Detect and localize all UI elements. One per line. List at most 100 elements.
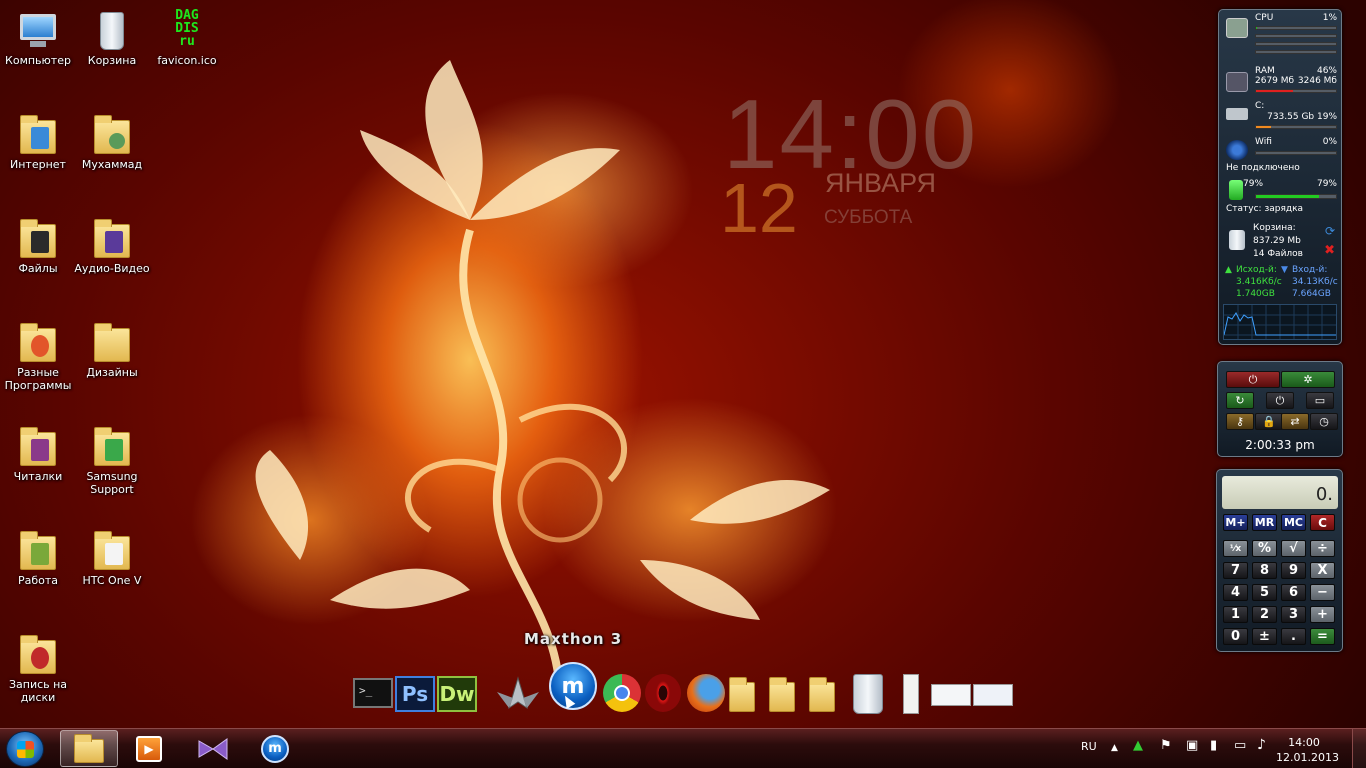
desktop-icon-designs[interactable]: Дизайны: [74, 320, 150, 379]
ram-bar: [1255, 89, 1337, 93]
taskbar-media-player[interactable]: ▶: [120, 730, 178, 767]
hibernate-button[interactable]: ⏻: [1266, 392, 1294, 409]
calc-key-3[interactable]: 3: [1281, 606, 1306, 623]
calc-key-minus[interactable]: −: [1310, 584, 1335, 601]
calc-key-divide[interactable]: ÷: [1310, 540, 1335, 557]
download-arrow-icon: ▼: [1281, 265, 1288, 275]
battery-icon: [1229, 180, 1243, 200]
shutdown-button[interactable]: ⏻: [1226, 371, 1280, 388]
calc-key-7[interactable]: 7: [1223, 562, 1248, 579]
desktop-icon-misc-programs[interactable]: Разные Программы: [0, 320, 76, 392]
calc-key-equals[interactable]: =: [1310, 628, 1335, 645]
clock-weekday: СУББОТА: [824, 207, 913, 228]
window-preview-2[interactable]: [973, 684, 1013, 706]
calc-key-8[interactable]: 8: [1252, 562, 1277, 579]
calc-key-sqrt[interactable]: √: [1281, 540, 1306, 557]
calc-key-5[interactable]: 5: [1252, 584, 1277, 601]
folder-icon: [90, 528, 134, 572]
desktop-icon-burn-discs[interactable]: Запись на диски: [0, 632, 76, 704]
calc-key-6[interactable]: 6: [1281, 584, 1306, 601]
desktop-icon-files[interactable]: Файлы: [0, 216, 76, 275]
calc-key-mr[interactable]: MR: [1252, 514, 1277, 531]
calc-key-plus[interactable]: +: [1310, 606, 1335, 623]
switch-user-button[interactable]: ⇄: [1281, 413, 1309, 430]
window-preview-1[interactable]: [931, 684, 971, 706]
volume-icon[interactable]: ♪: [1257, 737, 1266, 753]
document-dock-icon[interactable]: [903, 674, 919, 714]
action-center-flag-icon[interactable]: ⚑: [1160, 738, 1172, 753]
recycle-bin-dock-icon[interactable]: [853, 674, 883, 714]
calc-key-percent[interactable]: %: [1252, 540, 1277, 557]
wifi-bar: [1255, 151, 1337, 155]
calc-key-plusminus[interactable]: ±: [1252, 628, 1277, 645]
monitor-off-button[interactable]: ▭: [1306, 392, 1334, 409]
desktop-icon-samsung-support[interactable]: Samsung Support: [74, 424, 150, 496]
wifi-section: Wifi 0% Не подключено: [1226, 137, 1337, 173]
desktop-icon-audio-video[interactable]: Аудио-Видео: [74, 216, 150, 275]
shutdown-gadget[interactable]: ⏻ ✲ ↻ ⏻ ▭ ⚷ 🔒 ⇄ ◷ 2:00:33 pm: [1217, 361, 1343, 457]
network-section: ▲ Исход-й: 3.416Кб/с 1.740GB ▼ Вход-й: 3…: [1225, 265, 1338, 299]
dreamweaver-dock-icon[interactable]: Dw: [437, 676, 477, 712]
desktop-wallpaper: [0, 0, 1366, 728]
desktop-icon-recycle-bin[interactable]: Корзина: [74, 8, 150, 67]
opera-dock-icon[interactable]: [645, 674, 681, 712]
calc-key-mc[interactable]: MC: [1281, 514, 1306, 531]
calc-key-0[interactable]: 0: [1223, 628, 1248, 645]
chrome-dock-icon[interactable]: [603, 674, 641, 712]
desktop-icon-user-folder[interactable]: Мухаммад: [74, 112, 150, 171]
calc-key-mplus[interactable]: M+: [1223, 514, 1248, 531]
language-indicator[interactable]: RU: [1081, 740, 1097, 753]
folder-icon: [16, 320, 60, 364]
folder-dock-icon[interactable]: [807, 676, 849, 720]
power-icon: ⏻: [1248, 372, 1258, 386]
folder-dock-icon[interactable]: [767, 676, 809, 720]
calc-key-decimal[interactable]: .: [1281, 628, 1306, 645]
visual-studio-icon: [198, 737, 228, 760]
desktop-icon-work[interactable]: Работа: [0, 528, 76, 587]
upload-arrow-icon: ▲: [1225, 265, 1232, 275]
taskbar-visual-studio[interactable]: [184, 730, 242, 767]
calc-key-clear[interactable]: C: [1310, 514, 1335, 531]
desktop-icon-favicon[interactable]: DAG DIS ru favicon.ico: [149, 8, 225, 67]
calculator-gadget[interactable]: 0. M+ MR MC C ⅟x % √ ÷ 7 8 9 X 4 5 6 − 1…: [1216, 469, 1343, 652]
tray-network-activity-icon[interactable]: ▲: [1133, 738, 1143, 753]
start-button[interactable]: [6, 731, 44, 767]
system-monitor-gadget[interactable]: CPU 1% RAM 46% 2679 Мб 3246 Мб C: 733.55…: [1218, 9, 1342, 345]
photoshop-dock-icon[interactable]: Ps: [395, 676, 435, 712]
favicon-icon: DAG DIS ru: [175, 8, 199, 49]
winged-app-dock-icon[interactable]: [497, 674, 539, 718]
calc-key-multiply[interactable]: X: [1310, 562, 1335, 579]
calc-key-4[interactable]: 4: [1223, 584, 1248, 601]
battery-tray-icon[interactable]: ▮: [1210, 738, 1217, 753]
show-desktop-button[interactable]: [1352, 729, 1366, 768]
console-dock-icon[interactable]: >_: [353, 678, 393, 708]
timer-icon: ◷: [1319, 415, 1329, 428]
taskbar-maxthon[interactable]: m: [246, 730, 304, 767]
network-tray-icon[interactable]: ▭: [1234, 738, 1246, 753]
hard-drive-icon: [1226, 108, 1248, 120]
firefox-dock-icon[interactable]: [687, 674, 725, 712]
taskbar: ▶ m RU ▲ ▲ ⚑ ▣ ▮ ▭ ♪ 14:00 12.01.2013: [0, 728, 1366, 768]
folder-dock-icon[interactable]: [727, 676, 769, 720]
calc-key-9[interactable]: 9: [1281, 562, 1306, 579]
calc-key-reciprocal[interactable]: ⅟x: [1223, 540, 1248, 557]
taskbar-clock[interactable]: 14:00 12.01.2013: [1276, 735, 1339, 765]
refresh-icon[interactable]: ⟳: [1325, 224, 1335, 238]
device-icon[interactable]: ▣: [1186, 738, 1198, 753]
calc-key-2[interactable]: 2: [1252, 606, 1277, 623]
empty-bin-icon[interactable]: ✖: [1324, 243, 1335, 258]
desktop-icon-readers[interactable]: Читалки: [0, 424, 76, 483]
sleep-button[interactable]: ✲: [1281, 371, 1335, 388]
calc-key-1[interactable]: 1: [1223, 606, 1248, 623]
desktop-icon-htc-one-v[interactable]: HTC One V: [74, 528, 150, 587]
desktop-icon-computer[interactable]: Компьютер: [0, 8, 76, 67]
desktop-icon-internet[interactable]: Интернет: [0, 112, 76, 171]
restart-button[interactable]: ↻: [1226, 392, 1254, 409]
switch-icon: ⇄: [1290, 415, 1300, 428]
show-hidden-icons-button[interactable]: ▲: [1111, 743, 1118, 753]
timer-button[interactable]: ◷: [1310, 413, 1338, 430]
battery-section: 79% 79% Статус: зарядка: [1226, 179, 1337, 214]
logoff-button[interactable]: ⚷: [1226, 413, 1254, 430]
lock-button[interactable]: 🔒: [1255, 413, 1283, 430]
taskbar-explorer[interactable]: [60, 730, 118, 767]
